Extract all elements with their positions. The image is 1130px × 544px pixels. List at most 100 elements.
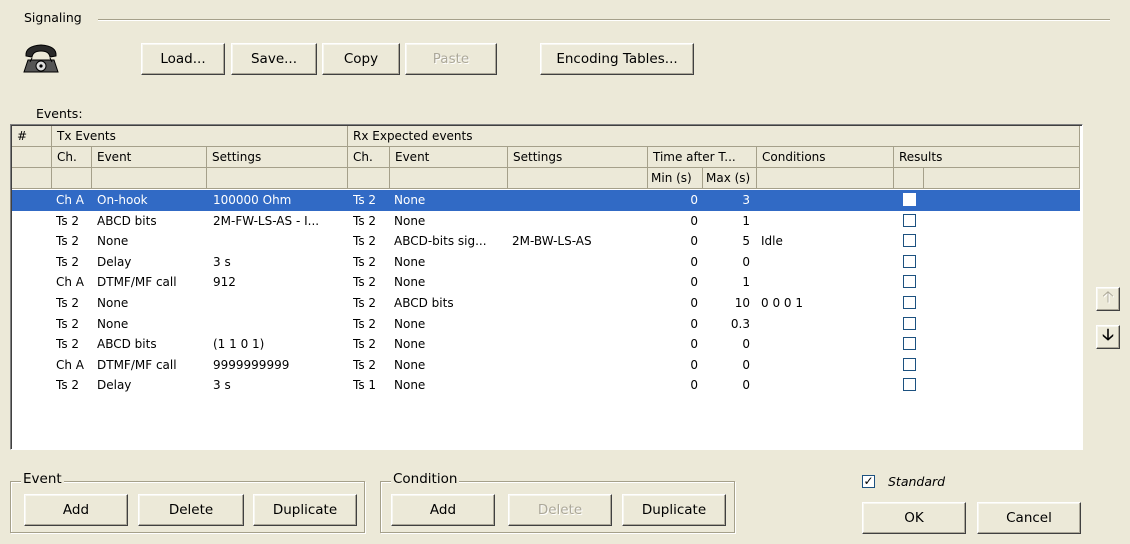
- section-divider: [98, 19, 1110, 21]
- table-row[interactable]: Ch A On-hook 100000 Ohm Ts 2 None 0 3: [12, 190, 1080, 211]
- cell-rx-event: ABCD-bits sig...: [394, 234, 487, 249]
- cell-rx-settings: [512, 355, 648, 376]
- result-checkbox[interactable]: [903, 213, 916, 227]
- cell-rx-settings: [512, 293, 648, 314]
- cell-max: 1: [742, 213, 750, 228]
- cell-max: 0: [742, 357, 750, 372]
- result-checkbox[interactable]: [903, 234, 916, 248]
- cell-min: 0: [690, 275, 698, 290]
- cell-rx-settings: [512, 272, 648, 293]
- ok-button[interactable]: OK: [862, 502, 966, 534]
- result-checkbox[interactable]: [903, 193, 916, 206]
- move-up-button[interactable]: 🡡: [1096, 287, 1120, 311]
- result-checkbox[interactable]: [903, 357, 916, 371]
- cell-min: 0: [690, 213, 698, 228]
- header-number[interactable]: #: [12, 126, 52, 147]
- cell-rx-settings: [512, 334, 648, 355]
- table-row[interactable]: Ch A DTMF/MF call 912 Ts 2 None 0 1: [12, 272, 1080, 293]
- header-rx-ch[interactable]: Ch.: [348, 147, 390, 168]
- cell-tx-event: ABCD bits: [97, 337, 157, 352]
- cell-tx-settings: [213, 293, 347, 314]
- header-tx-events[interactable]: Tx Events: [52, 126, 348, 147]
- result-checkbox[interactable]: [903, 254, 916, 268]
- cell-conditions: [761, 375, 891, 396]
- header-rx-settings[interactable]: Settings: [508, 147, 648, 168]
- header-blank: [52, 168, 92, 189]
- cell-tx-settings: (1 1 0 1): [213, 337, 265, 352]
- header-results[interactable]: Results: [894, 147, 1080, 168]
- cell-conditions: [761, 211, 891, 232]
- cancel-button[interactable]: Cancel: [977, 502, 1081, 534]
- save-button[interactable]: Save...: [231, 43, 317, 75]
- cell-rx-settings: [512, 252, 648, 273]
- result-checkbox[interactable]: [903, 337, 916, 351]
- header-rx-expected-events[interactable]: Rx Expected events: [348, 126, 1080, 147]
- cell-max: 0.3: [730, 316, 750, 331]
- header-max[interactable]: Max (s): [703, 168, 757, 189]
- cell-rx-event: None: [394, 213, 426, 228]
- cell-tx-event: None: [97, 234, 129, 249]
- cell-conditions: [761, 252, 891, 273]
- copy-button[interactable]: Copy: [322, 43, 400, 75]
- cell-tx-ch: Ts 2: [56, 234, 80, 249]
- header-blank: [92, 168, 207, 189]
- cell-min: 0: [690, 193, 698, 207]
- standard-checkbox[interactable]: ✓: [862, 475, 875, 488]
- cell-rx-ch: Ts 2: [353, 254, 377, 269]
- cell-rx-settings: [512, 190, 648, 211]
- result-checkbox[interactable]: [903, 275, 916, 289]
- cell-tx-ch: Ts 2: [56, 213, 80, 228]
- cell-rx-ch: Ts 2: [353, 296, 377, 310]
- load-button[interactable]: Load...: [141, 43, 225, 75]
- result-checkbox[interactable]: [903, 378, 916, 392]
- cell-tx-settings: [213, 314, 347, 335]
- cell-rx-event: None: [394, 275, 426, 290]
- cell-rx-ch: Ts 2: [353, 193, 377, 207]
- header-min[interactable]: Min (s): [648, 168, 703, 189]
- header-blank: [508, 168, 648, 189]
- header-tx-ch[interactable]: Ch.: [52, 147, 92, 168]
- cell-min: 0: [690, 254, 698, 269]
- cell-conditions: [761, 314, 891, 335]
- event-delete-button[interactable]: Delete: [138, 494, 244, 526]
- cell-rx-ch: Ts 2: [353, 357, 377, 372]
- header-blank: [757, 168, 894, 189]
- cell-tx-event: ABCD bits: [97, 213, 157, 228]
- cell-tx-ch: Ts 2: [56, 316, 80, 331]
- header-tx-event[interactable]: Event: [92, 147, 207, 168]
- header-time-after[interactable]: Time after T...: [648, 147, 757, 168]
- condition-add-button[interactable]: Add: [391, 494, 495, 526]
- header-blank: [894, 168, 924, 189]
- paste-button[interactable]: Paste: [405, 43, 497, 75]
- header-tx-settings[interactable]: Settings: [207, 147, 348, 168]
- cell-min: 0: [690, 378, 698, 393]
- table-row[interactable]: Ts 2 None Ts 2 ABCD bits 0 10 0 0 0 1: [12, 293, 1080, 314]
- event-duplicate-button[interactable]: Duplicate: [253, 494, 357, 526]
- condition-duplicate-button[interactable]: Duplicate: [622, 494, 726, 526]
- header-conditions[interactable]: Conditions: [757, 147, 894, 168]
- condition-delete-button[interactable]: Delete: [508, 494, 612, 526]
- result-checkbox[interactable]: [903, 316, 916, 330]
- table-row[interactable]: Ch A DTMF/MF call 9999999999 Ts 2 None 0 0: [12, 355, 1080, 376]
- table-row[interactable]: Ts 2 ABCD bits (1 1 0 1) Ts 2 None 0 0: [12, 334, 1080, 355]
- cell-tx-settings: 2M-FW-LS-AS - I...: [213, 213, 320, 228]
- table-row[interactable]: Ts 2 Delay 3 s Ts 2 None 0 0: [12, 252, 1080, 273]
- cell-conditions: [761, 190, 891, 211]
- event-add-button[interactable]: Add: [24, 494, 128, 526]
- move-down-button[interactable]: 🡣: [1096, 325, 1120, 349]
- result-checkbox[interactable]: [903, 296, 916, 309]
- header-blank: [924, 168, 1080, 189]
- events-grid[interactable]: # Tx Events Rx Expected events Ch. Event…: [10, 124, 1083, 450]
- cell-tx-ch: Ch A: [56, 193, 85, 207]
- cell-max: 5: [742, 234, 750, 249]
- encoding-tables-button[interactable]: Encoding Tables...: [540, 43, 694, 75]
- table-row[interactable]: Ts 2 Delay 3 s Ts 1 None 0 0: [12, 375, 1080, 396]
- cell-min: 0: [690, 296, 698, 310]
- header-rx-event[interactable]: Event: [390, 147, 508, 168]
- cell-tx-event: None: [97, 316, 129, 331]
- table-row[interactable]: Ts 2 None Ts 2 ABCD-bits sig... 2M-BW-LS-AS 0…: [12, 231, 1080, 252]
- cell-conditions: [761, 334, 891, 355]
- table-row[interactable]: Ts 2 ABCD bits 2M-FW-LS-AS - I... Ts 2 None 0…: [12, 211, 1080, 232]
- table-row[interactable]: Ts 2 None Ts 2 None 0 0.3: [12, 314, 1080, 335]
- cell-min: 0: [690, 316, 698, 331]
